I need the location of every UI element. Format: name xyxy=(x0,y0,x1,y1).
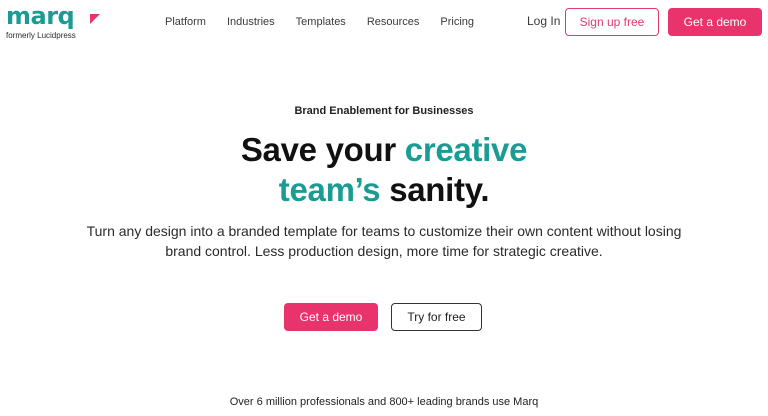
marq-logo[interactable]: marq formerly Lucidpress xyxy=(6,2,116,42)
nav-item-templates[interactable]: Templates xyxy=(296,16,346,28)
nav-item-platform[interactable]: Platform xyxy=(165,16,206,28)
logo-triangle-icon xyxy=(90,14,100,24)
login-link[interactable]: Log In xyxy=(527,14,560,28)
nav-item-industries[interactable]: Industries xyxy=(227,16,275,28)
headline-part1: Save your xyxy=(240,131,405,168)
headline-accent-creative: creative xyxy=(404,131,528,168)
description-line-2: brand control. Less production design, m… xyxy=(165,243,603,259)
signup-button[interactable]: Sign up free xyxy=(565,8,659,36)
main-nav: Platform Industries Templates Resources … xyxy=(165,14,474,30)
headline-accent-teams: team’s xyxy=(278,171,381,208)
social-proof-text: Over 6 million professionals and 800+ le… xyxy=(229,396,539,408)
logo-wordmark: marq xyxy=(6,2,75,30)
hero-headline: Save your creative team’s sanity. xyxy=(0,130,768,210)
header-demo-button[interactable]: Get a demo xyxy=(668,8,762,36)
try-free-button[interactable]: Try for free xyxy=(391,303,482,331)
nav-item-pricing[interactable]: Pricing xyxy=(440,16,474,28)
description-line-1: Turn any design into a branded template … xyxy=(86,223,682,239)
page: marq formerly Lucidpress Platform Indust… xyxy=(0,0,768,416)
nav-item-resources[interactable]: Resources xyxy=(367,16,420,28)
logo-subtitle: formerly Lucidpress xyxy=(6,31,76,40)
hero-description: Turn any design into a branded template … xyxy=(40,221,728,261)
hero-demo-button[interactable]: Get a demo xyxy=(284,303,378,331)
headline-part2: sanity. xyxy=(380,171,490,208)
hero-eyebrow: Brand Enablement for Businesses xyxy=(294,105,474,117)
